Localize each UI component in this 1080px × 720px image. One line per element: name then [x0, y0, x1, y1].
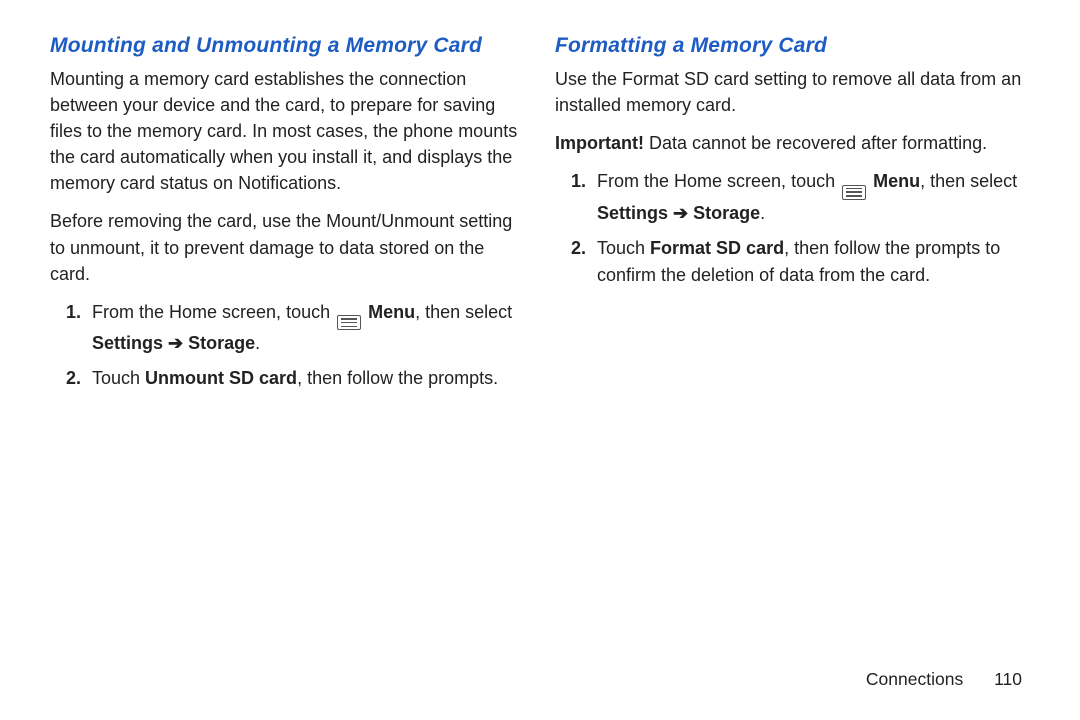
step-text: . [760, 203, 765, 223]
important-note: Important! Data cannot be recovered afte… [555, 130, 1030, 156]
important-text: Data cannot be recovered after formattin… [644, 133, 987, 153]
menu-icon [842, 185, 866, 200]
menu-icon [337, 315, 361, 330]
step-text: , then follow the prompts. [297, 368, 498, 388]
arrow-icon: ➔ [168, 333, 183, 353]
page-number: 110 [994, 669, 1022, 689]
step-item: From the Home screen, touch Menu, then s… [86, 299, 525, 357]
step-item: From the Home screen, touch Menu, then s… [591, 168, 1030, 226]
chapter-name: Connections [866, 669, 963, 689]
heading-formatting: Formatting a Memory Card [555, 34, 1030, 58]
left-column: Mounting and Unmounting a Memory Card Mo… [50, 34, 525, 660]
paragraph: Before removing the card, use the Mount/… [50, 208, 525, 286]
step-text: Touch [92, 368, 145, 388]
paragraph: Mounting a memory card establishes the c… [50, 66, 525, 196]
menu-label: Menu [368, 302, 415, 322]
paragraph: Use the Format SD card setting to remove… [555, 66, 1030, 118]
format-label: Format SD card [650, 238, 784, 258]
page-footer: Connections 110 [866, 669, 1022, 690]
step-text: , then select [415, 302, 512, 322]
important-label: Important! [555, 133, 644, 153]
heading-mounting: Mounting and Unmounting a Memory Card [50, 34, 525, 58]
arrow-icon: ➔ [673, 203, 688, 223]
right-column: Formatting a Memory Card Use the Format … [555, 34, 1030, 660]
step-text: , then select [920, 171, 1017, 191]
manual-page: Mounting and Unmounting a Memory Card Mo… [0, 0, 1080, 720]
unmount-label: Unmount SD card [145, 368, 297, 388]
step-text: From the Home screen, touch [597, 171, 840, 191]
step-item: Touch Unmount SD card, then follow the p… [86, 365, 525, 392]
step-text: . [255, 333, 260, 353]
steps-list: From the Home screen, touch Menu, then s… [555, 168, 1030, 288]
settings-label: Settings [92, 333, 168, 353]
storage-label: Storage [688, 203, 760, 223]
steps-list: From the Home screen, touch Menu, then s… [50, 299, 525, 392]
storage-label: Storage [183, 333, 255, 353]
step-text: Touch [597, 238, 650, 258]
settings-label: Settings [597, 203, 673, 223]
step-item: Touch Format SD card, then follow the pr… [591, 235, 1030, 289]
step-text: From the Home screen, touch [92, 302, 335, 322]
menu-label: Menu [873, 171, 920, 191]
